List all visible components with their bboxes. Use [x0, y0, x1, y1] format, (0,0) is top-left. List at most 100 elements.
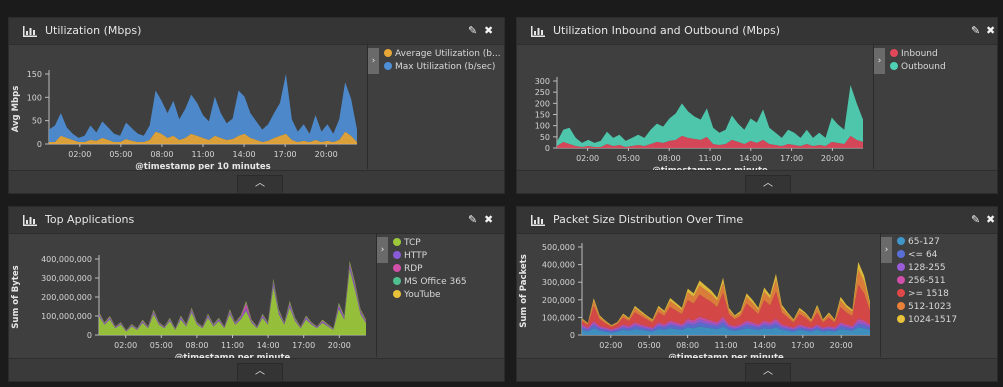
legend-item[interactable]: 128-255 — [897, 263, 946, 273]
legend-item[interactable]: 65-127 — [897, 237, 940, 247]
y-axis-label: Sum of Bytes — [11, 265, 21, 328]
x-tick-label: 11:00 — [221, 341, 244, 350]
x-tick-label: 02:00 — [576, 154, 599, 163]
legend-item[interactable]: 512-1023 — [897, 302, 951, 312]
legend-label: RDP — [404, 264, 423, 274]
edit-pencil-icon[interactable]: ✎ — [971, 213, 980, 226]
legend-item[interactable]: >= 1518 — [897, 289, 949, 299]
legend-toggle-button[interactable]: › — [368, 48, 379, 74]
x-tick-label: 08:00 — [150, 150, 173, 159]
collapse-button[interactable]: ︿ — [237, 363, 283, 381]
edit-pencil-icon[interactable]: ✎ — [468, 24, 477, 37]
legend-label: Max Utilization (b/sec) — [395, 62, 496, 72]
legend-color-dot — [393, 264, 401, 272]
y-tick-label: 400,000,000 — [41, 255, 92, 264]
close-icon[interactable]: ✖ — [986, 213, 995, 226]
legend-color-dot — [897, 302, 905, 310]
close-icon[interactable]: ✖ — [986, 24, 995, 37]
x-tick-label: 05:00 — [617, 154, 640, 163]
legend-toggle-button[interactable]: › — [881, 237, 892, 263]
y-tick-label: 0 — [570, 331, 575, 340]
x-tick-label: 05:00 — [109, 150, 132, 159]
collapse-button[interactable]: ︿ — [745, 363, 791, 381]
panel-top-applications: Top Applications ✎ ✖ 0 100,000,000 200,000… — [8, 206, 505, 382]
legend-item[interactable]: Max Utilization (b/sec) — [384, 62, 495, 72]
legend-item[interactable]: TCP — [393, 238, 421, 248]
panel-header: Utilization Inbound and Outbound (Mbps) … — [517, 18, 997, 45]
y-tick-label: 0 — [545, 144, 550, 153]
edit-pencil-icon[interactable]: ✎ — [971, 24, 980, 37]
y-tick-label: 150 — [27, 70, 42, 79]
legend: › 65-127 <= 64 128-255 256-511 >= 1518 5… — [880, 233, 997, 357]
legend-item[interactable]: HTTP — [393, 251, 427, 261]
legend-toggle-button[interactable]: › — [874, 48, 885, 74]
chevron-up-icon: ︿ — [255, 366, 265, 377]
x-tick-label: 14:00 — [739, 154, 762, 163]
legend-color-dot — [384, 49, 392, 57]
legend-item[interactable]: <= 64 — [897, 250, 937, 260]
legend-label: 65-127 — [908, 237, 940, 247]
close-icon[interactable]: ✖ — [484, 24, 493, 37]
edit-pencil-icon[interactable]: ✎ — [468, 213, 477, 226]
legend-label: 1024-1517 — [908, 315, 958, 325]
y-axis-label: Sum of Packets — [519, 254, 529, 328]
legend-item[interactable]: Average Utilization (b... — [384, 49, 501, 59]
legend-color-dot — [897, 263, 905, 271]
x-tick-label: 08:00 — [676, 341, 699, 350]
legend: › TCP HTTP RDP MS Office 365 YouTube — [376, 233, 504, 357]
legend-item[interactable]: Outbound — [890, 62, 946, 72]
panel-title: Top Applications — [45, 213, 135, 226]
legend: › Inbound Outbound — [873, 44, 997, 169]
chart-utilization: 0 50 100 150 02:00 05:00 08:00 11:00 14:00 17:00 2… — [11, 70, 357, 170]
panel-title: Utilization (Mbps) — [45, 24, 142, 37]
panel-header: Utilization (Mbps) ✎ ✖ — [9, 18, 504, 45]
legend-label: MS Office 365 — [404, 277, 467, 287]
collapse-button[interactable]: ︿ — [745, 175, 791, 193]
y-tick-label: 200,000 — [542, 296, 575, 305]
panel-footer: ︿ — [517, 170, 997, 193]
chart-packet-size: 0 100,000 200,000 300,000 400,000 500,000 02:0… — [519, 243, 870, 359]
legend-label: <= 64 — [908, 250, 938, 260]
x-tick-label: 05:00 — [638, 341, 661, 350]
y-tick-label: 50 — [32, 117, 42, 126]
panel-header: Packet Size Distribution Over Time ✎ ✖ — [517, 207, 997, 234]
legend-item[interactable]: Inbound — [890, 49, 938, 59]
x-tick-label: 08:00 — [185, 341, 208, 350]
legend-toggle-button[interactable]: › — [377, 237, 388, 263]
y-tick-label: 300,000 — [542, 278, 575, 287]
legend-color-dot — [393, 251, 401, 259]
x-tick-label: 11:00 — [714, 341, 737, 350]
panel-title: Utilization Inbound and Outbound (Mbps) — [553, 24, 781, 37]
legend-item[interactable]: YouTube — [393, 290, 441, 300]
panel-inbound-outbound: Utilization Inbound and Outbound (Mbps) … — [516, 17, 998, 194]
x-tick-label: 11:00 — [191, 150, 214, 159]
x-tick-label: 14:00 — [257, 341, 280, 350]
legend-color-dot — [384, 62, 392, 70]
legend-item[interactable]: MS Office 365 — [393, 277, 467, 287]
legend-label: HTTP — [404, 251, 428, 261]
legend-color-dot — [890, 49, 898, 57]
x-tick-label: 08:00 — [658, 154, 681, 163]
chart-inbound-outbound: 0 50 100 150 200 250 300 02:00 05:00 08:00 11:00 14… — [535, 77, 863, 170]
series-area — [49, 74, 357, 142]
x-tick-label: 14:00 — [233, 150, 256, 159]
collapse-button[interactable]: ︿ — [237, 175, 283, 193]
panel-packet-size: Packet Size Distribution Over Time ✎ ✖ 0… — [516, 206, 998, 382]
legend-label: YouTube — [404, 290, 441, 300]
bar-chart-icon — [23, 26, 37, 37]
x-tick-label: 20:00 — [821, 154, 844, 163]
x-tick-label: 17:00 — [791, 341, 814, 350]
close-icon[interactable]: ✖ — [484, 213, 493, 226]
legend-color-dot — [393, 277, 401, 285]
legend-label: Average Utilization (b... — [395, 49, 501, 59]
legend-item[interactable]: 256-511 — [897, 276, 946, 286]
legend-item[interactable]: 1024-1517 — [897, 315, 957, 325]
y-tick-label: 300,000,000 — [41, 274, 92, 283]
legend-label: 512-1023 — [908, 302, 952, 312]
legend-label: TCP — [404, 238, 421, 248]
y-tick-label: 400,000 — [542, 261, 575, 270]
legend-label: 256-511 — [908, 276, 946, 286]
legend-item[interactable]: RDP — [393, 264, 423, 274]
y-tick-label: 100 — [27, 93, 42, 102]
x-tick-label: 17:00 — [780, 154, 803, 163]
